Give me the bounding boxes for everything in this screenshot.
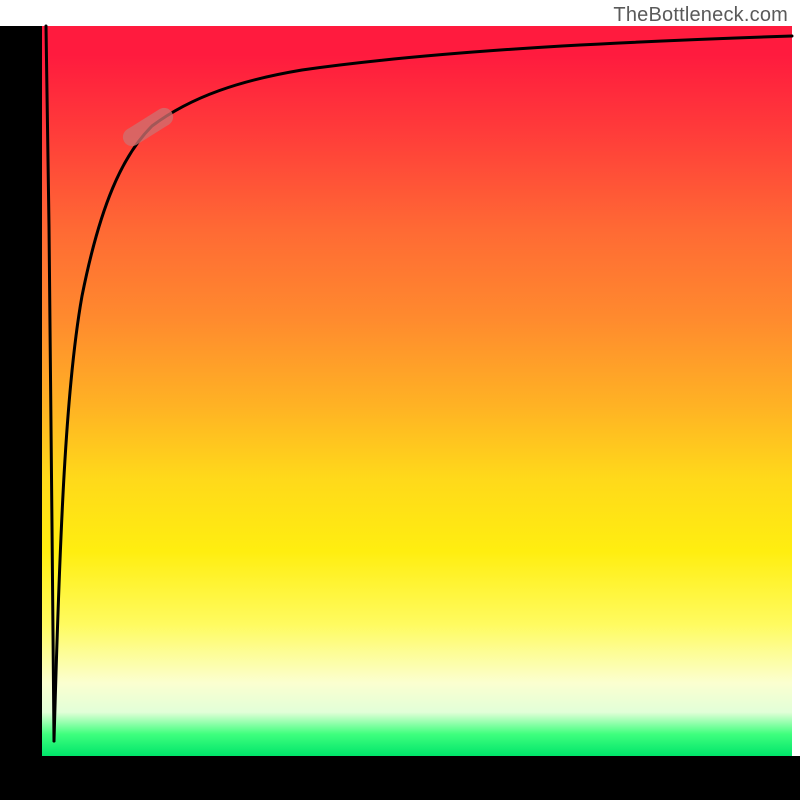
curve-saturating: [54, 36, 792, 741]
plot-area: [42, 26, 792, 756]
y-axis: [0, 26, 42, 756]
chart-curves: [42, 26, 792, 756]
watermark-label: TheBottleneck.com: [613, 4, 788, 27]
x-axis: [0, 756, 800, 800]
curve-initial-drop: [46, 26, 54, 741]
